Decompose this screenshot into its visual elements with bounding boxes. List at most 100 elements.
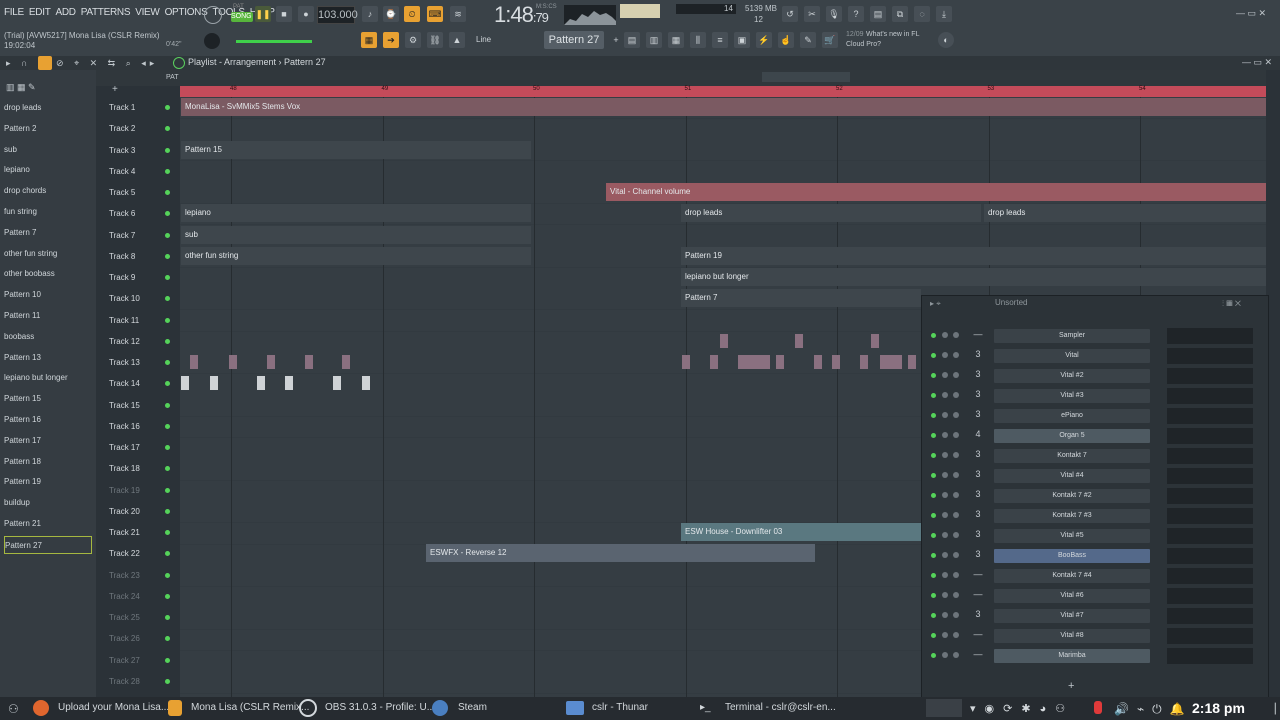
channel-mute-led[interactable] bbox=[931, 553, 936, 558]
channel-knob[interactable] bbox=[953, 372, 959, 378]
pattern-selector[interactable]: Pattern 27 bbox=[544, 31, 604, 49]
track-mute-led[interactable] bbox=[165, 508, 170, 514]
channel-knob[interactable] bbox=[942, 472, 948, 478]
channel-knob[interactable] bbox=[953, 472, 959, 478]
taskbar-menu-icon[interactable]: ▕ bbox=[1268, 704, 1276, 715]
plug-icon[interactable]: ⚡ bbox=[756, 32, 772, 48]
channel-steps[interactable] bbox=[1167, 388, 1253, 404]
track-header[interactable]: Track 3 bbox=[106, 140, 180, 161]
loop-icon[interactable] bbox=[204, 6, 222, 24]
channel-steps[interactable] bbox=[1167, 628, 1253, 644]
track-mute-led[interactable] bbox=[165, 338, 170, 344]
channel-name-button[interactable]: Marimba bbox=[994, 649, 1150, 663]
channel-knob[interactable] bbox=[942, 652, 948, 658]
channel-steps[interactable] bbox=[1167, 548, 1253, 564]
track-header[interactable]: Track 13 bbox=[106, 352, 180, 373]
cut-icon[interactable]: ✂ bbox=[804, 6, 820, 22]
browser-pattern-item[interactable]: other fun string bbox=[4, 245, 92, 263]
channel-name-button[interactable]: ePiano bbox=[994, 409, 1150, 423]
track-mute-led[interactable] bbox=[165, 678, 170, 684]
channel-row[interactable]: — Kontakt 7 #4 bbox=[922, 566, 1268, 586]
channel-mixer-route[interactable]: 3 bbox=[972, 529, 984, 539]
channel-mixer-route[interactable]: — bbox=[972, 569, 984, 579]
mixer-view-icon[interactable]: ⫼ bbox=[690, 32, 706, 48]
channel-row[interactable]: — Vital #8 bbox=[922, 626, 1268, 646]
track-mute-led[interactable] bbox=[165, 232, 170, 238]
channel-name-button[interactable]: BooBass bbox=[994, 549, 1150, 563]
add-track-icon[interactable]: + bbox=[112, 84, 118, 95]
automation-clip-mini[interactable] bbox=[210, 376, 218, 391]
channel-steps[interactable] bbox=[1167, 648, 1253, 664]
volume-network-icons[interactable]: 🔊⌁⏻🔔 bbox=[1114, 702, 1193, 717]
chat-icon[interactable]: ◌ bbox=[914, 6, 930, 22]
plugin-icon[interactable]: ▣ bbox=[734, 32, 750, 48]
task-upload[interactable]: Upload your Mona Lisa... bbox=[58, 702, 169, 713]
track-header[interactable]: Track 28 bbox=[106, 671, 180, 692]
channel-name-button[interactable]: Kontakt 7 #4 bbox=[994, 569, 1150, 583]
channel-mute-led[interactable] bbox=[931, 493, 936, 498]
track-header[interactable]: Track 4 bbox=[106, 161, 180, 182]
channel-steps[interactable] bbox=[1167, 368, 1253, 384]
channel-knob[interactable] bbox=[953, 592, 959, 598]
browser-pattern-item[interactable]: Pattern 16 bbox=[4, 411, 92, 429]
track-mute-led[interactable] bbox=[165, 593, 170, 599]
pattern-clip-mini[interactable] bbox=[342, 355, 350, 369]
channel-mixer-route[interactable]: 3 bbox=[972, 389, 984, 399]
firefox-icon[interactable] bbox=[33, 700, 49, 716]
channel-mixer-route[interactable]: 3 bbox=[972, 509, 984, 519]
track-mute-led[interactable] bbox=[165, 296, 170, 302]
browser-pattern-item[interactable]: other boobass bbox=[4, 265, 92, 283]
channel-knob[interactable] bbox=[953, 452, 959, 458]
track-header[interactable]: Track 15 bbox=[106, 395, 180, 416]
automation-clip-mini[interactable] bbox=[362, 376, 370, 391]
channel-knob[interactable] bbox=[942, 512, 948, 518]
channel-name-button[interactable]: Sampler bbox=[994, 329, 1150, 343]
channel-mixer-route[interactable]: — bbox=[972, 329, 984, 339]
track-header[interactable]: Track 25 bbox=[106, 607, 180, 628]
task-obs[interactable]: OBS 31.0.3 - Profile: U... bbox=[325, 702, 435, 713]
menu-view[interactable]: VIEW bbox=[135, 7, 160, 21]
automation-clip-mini[interactable] bbox=[257, 376, 265, 391]
channel-knob[interactable] bbox=[953, 432, 959, 438]
channel-knob[interactable] bbox=[953, 512, 959, 518]
playlist-clip[interactable]: Pattern 19 bbox=[681, 246, 1266, 265]
pattern-clip-mini[interactable] bbox=[814, 355, 822, 369]
channel-mixer-route[interactable]: — bbox=[972, 589, 984, 599]
track-header[interactable]: Track 16 bbox=[106, 416, 180, 437]
track-mute-led[interactable] bbox=[165, 190, 170, 195]
pattern-clip-mini[interactable] bbox=[908, 355, 916, 369]
channel-knob[interactable] bbox=[942, 532, 948, 538]
channel-mixer-route[interactable]: 3 bbox=[972, 369, 984, 379]
channel-row[interactable]: 3 Vital #7 bbox=[922, 606, 1268, 626]
mixer-icon[interactable]: ⧉ bbox=[892, 6, 908, 22]
pattern-clip-mini[interactable] bbox=[762, 355, 770, 369]
channel-mute-led[interactable] bbox=[931, 533, 936, 538]
channel-mixer-route[interactable]: 4 bbox=[972, 429, 984, 439]
browser-pattern-item[interactable]: Pattern 15 bbox=[4, 390, 92, 408]
task-fl-studio[interactable]: Mona Lisa (CSLR Remix... bbox=[191, 702, 309, 713]
playlist-clip[interactable]: sub bbox=[181, 225, 531, 244]
track-mute-led[interactable] bbox=[165, 530, 170, 535]
draw-tool-icon[interactable] bbox=[38, 56, 52, 70]
playlist-overview[interactable] bbox=[96, 70, 1266, 86]
track-mute-led[interactable] bbox=[165, 105, 170, 110]
track-mute-led[interactable] bbox=[165, 636, 170, 642]
playlist-clip[interactable]: Pattern 15 bbox=[181, 140, 531, 159]
stop-icon[interactable]: ■ bbox=[276, 6, 292, 22]
channel-row[interactable]: — Marimba bbox=[922, 646, 1268, 666]
browser-icon[interactable]: ≡ bbox=[712, 32, 728, 48]
track-header[interactable]: Track 7 bbox=[106, 225, 180, 246]
snap-magnet-icon[interactable]: ▦ bbox=[361, 32, 377, 48]
playlist-clip[interactable]: lepiano but longer bbox=[681, 268, 1266, 286]
channel-row[interactable]: 3 Vital #3 bbox=[922, 386, 1268, 406]
browser-pattern-item[interactable]: buildup bbox=[4, 494, 92, 512]
track-header[interactable]: Track 6 bbox=[106, 203, 180, 224]
channel-knob[interactable] bbox=[953, 532, 959, 538]
channel-name-button[interactable]: Vital #7 bbox=[994, 609, 1150, 623]
channel-row[interactable]: 3 BooBass bbox=[922, 546, 1268, 566]
browser-pattern-item[interactable]: lepiano bbox=[4, 161, 92, 179]
overview-window[interactable] bbox=[762, 72, 850, 82]
track-header[interactable]: Track 19 bbox=[106, 480, 180, 501]
channel-steps[interactable] bbox=[1167, 468, 1253, 484]
track-mute-led[interactable] bbox=[165, 551, 170, 557]
